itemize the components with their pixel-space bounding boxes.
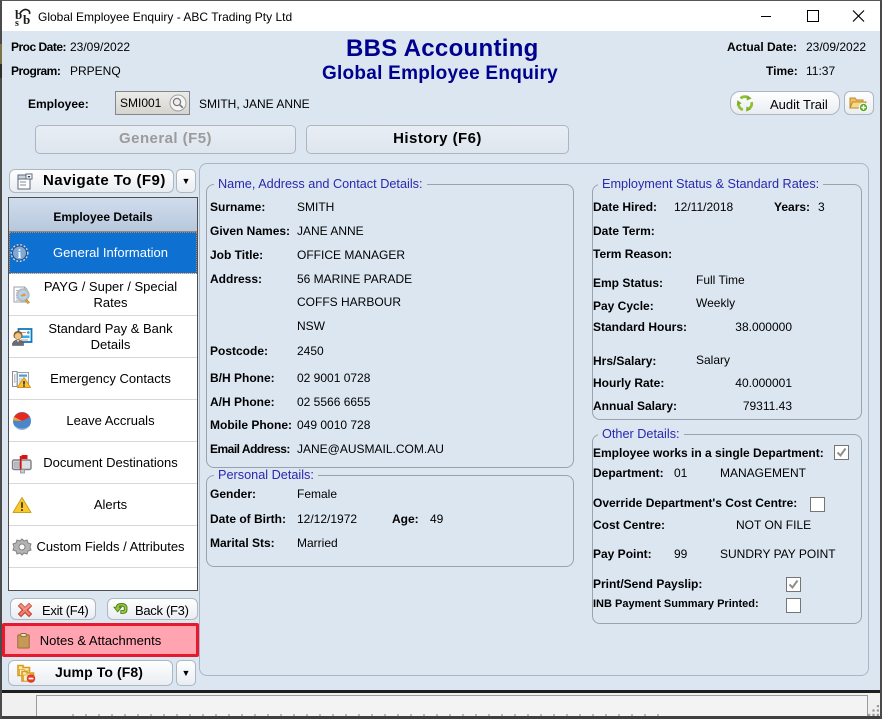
svg-text:i: i — [18, 247, 22, 261]
svg-text:b: b — [23, 12, 30, 27]
svg-text:s: s — [15, 18, 19, 28]
